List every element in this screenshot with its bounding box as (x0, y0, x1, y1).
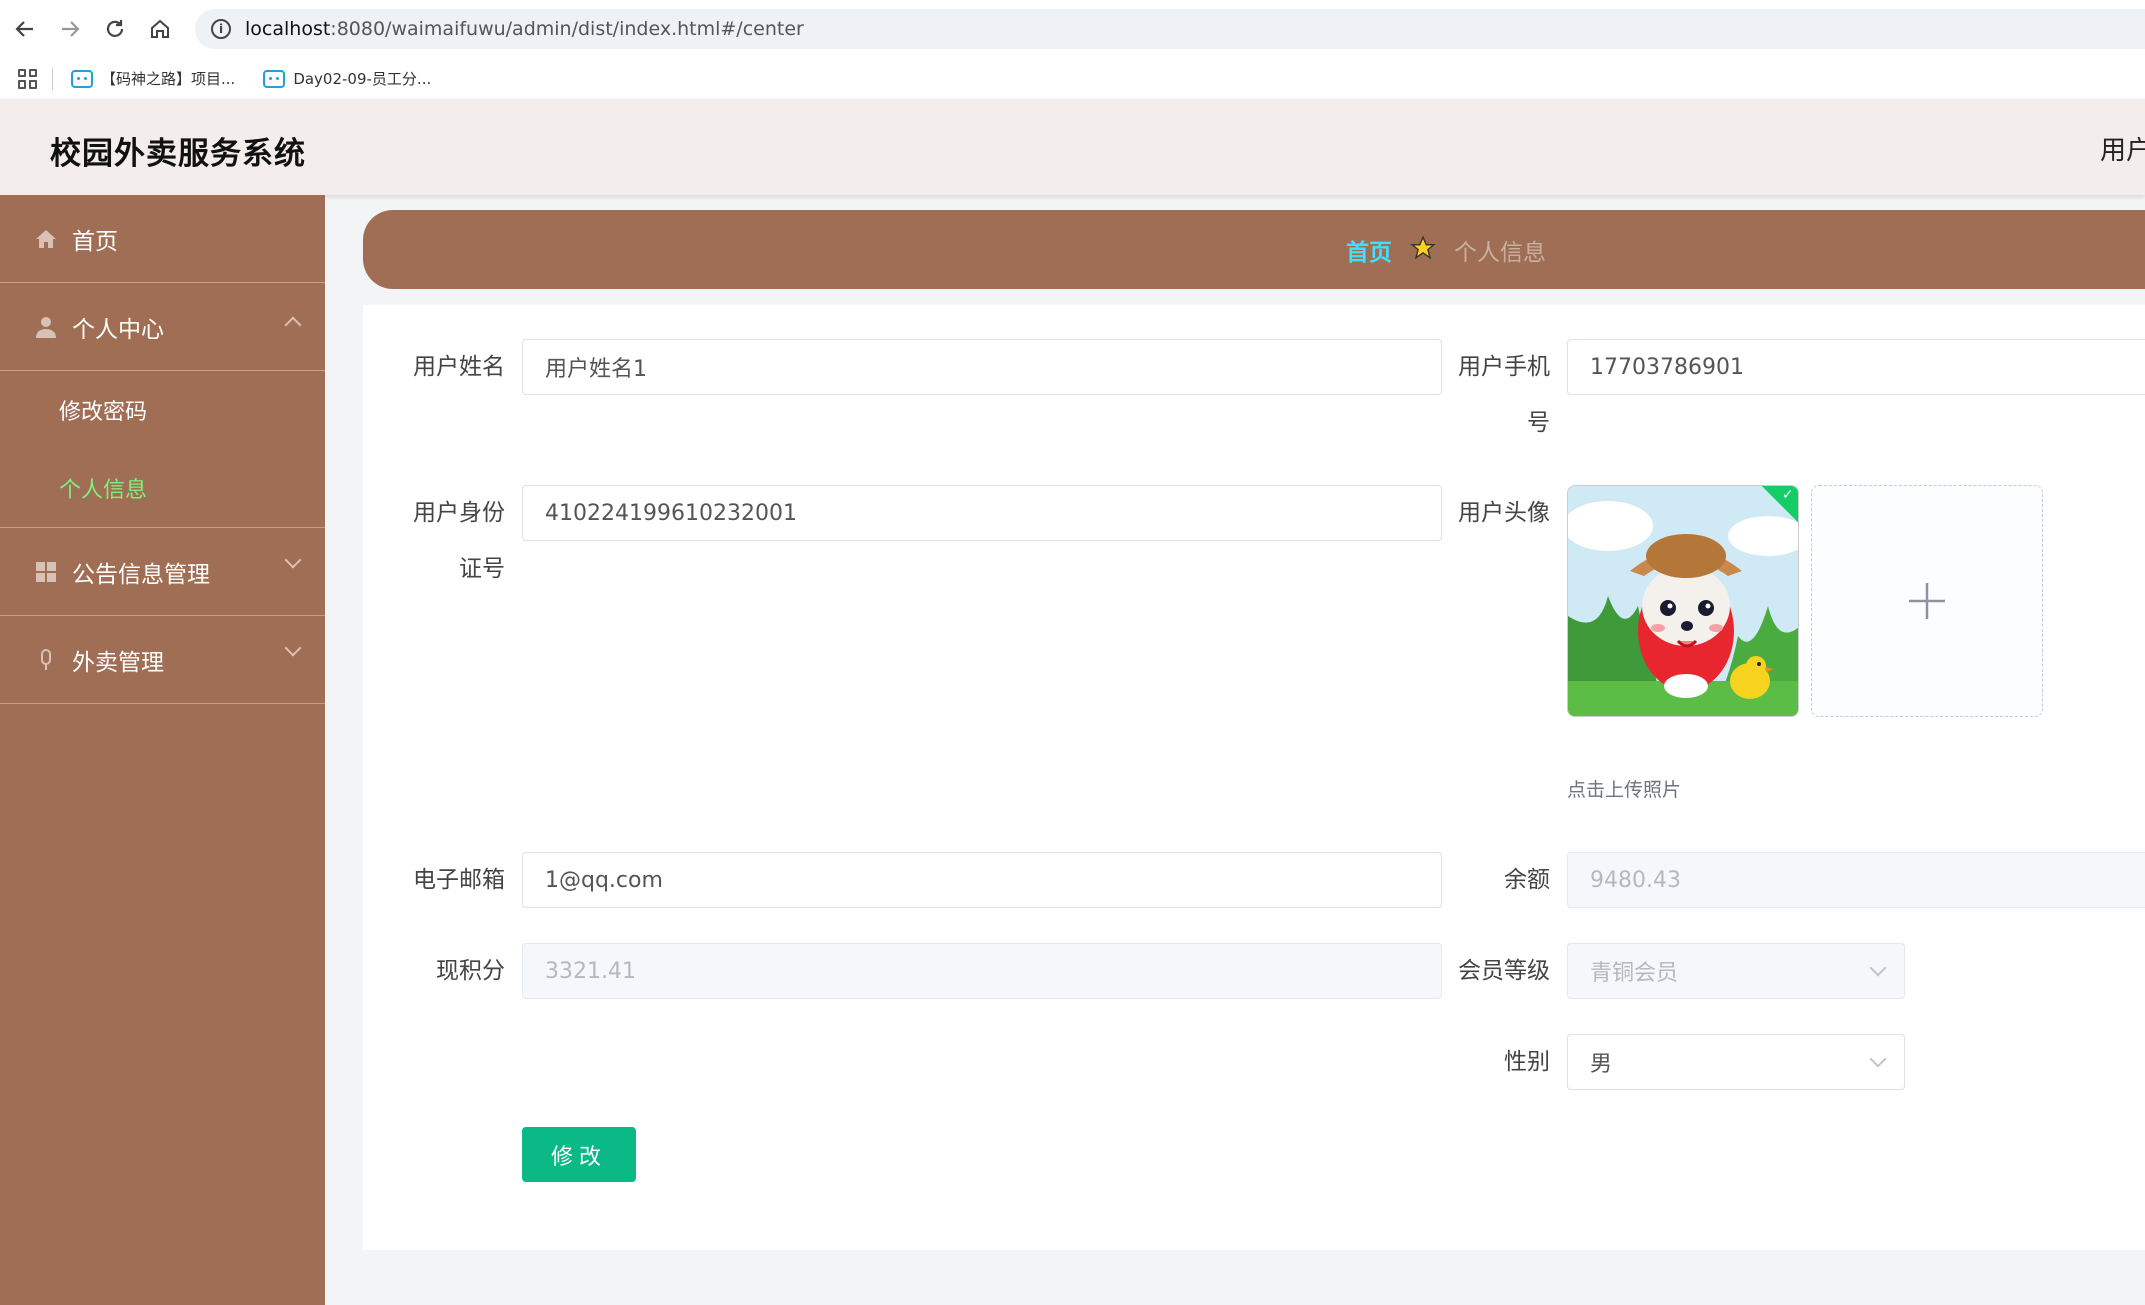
divider (52, 67, 53, 90)
breadcrumb-home[interactable]: 首页 (1346, 233, 1392, 267)
upload-avatar-button[interactable] (1811, 485, 2043, 717)
bookmarks-bar: 【码神之路】项目... Day02-09-员工分... (0, 58, 2145, 100)
submit-button[interactable]: 修改 (522, 1127, 636, 1182)
phone-input[interactable]: 17703786901 (1567, 339, 2145, 395)
back-icon[interactable] (10, 14, 40, 44)
balance-input: 9480.43 (1567, 852, 2145, 908)
bilibili-icon (71, 69, 93, 88)
apps-grid-icon[interactable] (18, 68, 38, 89)
chevron-down-icon (1869, 1050, 1887, 1068)
plus-icon (1909, 583, 1945, 619)
url-text: localhost:8080/waimaifuwu/admin/dist/ind… (245, 18, 804, 40)
avatar-illustration (1568, 486, 1798, 716)
sidebar: 首页 个人中心 修改密码 个人信息 公告信息管理 外卖管理 (0, 195, 325, 1305)
avatar-label: 用户头像 (1458, 500, 1550, 526)
breadcrumb-current: 个人信息 (1454, 239, 1546, 266)
home-browser-icon[interactable] (145, 14, 175, 44)
avatar-image[interactable]: ✓ (1567, 485, 1799, 717)
sidebar-item-announcement[interactable]: 公告信息管理 (0, 528, 325, 616)
email-label: 电子邮箱 (413, 867, 505, 893)
submenu-personal-center: 修改密码 个人信息 (0, 371, 325, 528)
sidebar-item-home[interactable]: 首页 (0, 195, 325, 283)
star-icon (1410, 234, 1436, 265)
browser-toolbar: i localhost:8080/waimaifuwu/admin/dist/i… (0, 0, 2145, 58)
level-select: 青铜会员 (1567, 943, 1905, 999)
phone-label: 用户手机 号 (1458, 354, 1550, 436)
chevron-up-icon (284, 316, 302, 334)
reload-icon[interactable] (100, 14, 130, 44)
grid-icon (34, 560, 58, 584)
sidebar-item-change-password[interactable]: 修改密码 (0, 371, 325, 449)
username-input[interactable]: 用户姓名1 (522, 339, 1442, 395)
sidebar-item-label: 个人中心 (72, 316, 164, 343)
sidebar-item-personal-info[interactable]: 个人信息 (0, 449, 325, 527)
bookmark-item[interactable]: Day02-09-员工分... (263, 68, 431, 89)
balance-label: 余额 (1504, 867, 1550, 893)
sidebar-item-label: 外卖管理 (72, 649, 164, 676)
sidebar-item-label: 首页 (72, 228, 118, 255)
chevron-down-icon (284, 639, 302, 657)
sidebar-item-personal-center[interactable]: 个人中心 (0, 283, 325, 371)
username-label: 用户姓名 (413, 354, 505, 380)
points-label: 现积分 (436, 958, 505, 984)
idcard-input[interactable]: 410224199610232001 (522, 485, 1442, 541)
bookmark-item[interactable]: 【码神之路】项目... (71, 68, 235, 89)
gender-label: 性别 (1504, 1049, 1550, 1075)
sidebar-item-label: 公告信息管理 (72, 561, 210, 588)
email-input[interactable]: 1@qq.com (522, 852, 1442, 908)
site-info-icon[interactable]: i (211, 19, 231, 39)
app-title: 校园外卖服务系统 (50, 136, 306, 172)
points-input: 3321.41 (522, 943, 1442, 999)
bilibili-icon (263, 69, 286, 88)
chevron-down-icon (284, 551, 302, 569)
sidebar-item-takeout[interactable]: 外卖管理 (0, 616, 325, 704)
upload-hint-text: 点击上传照片 (1567, 779, 1682, 801)
address-bar[interactable]: i localhost:8080/waimaifuwu/admin/dist/i… (195, 9, 2145, 49)
header-user-menu[interactable]: 用户 (2100, 130, 2145, 167)
breadcrumb: 首页 个人信息 (363, 210, 2145, 289)
app-header: 校园外卖服务系统 用户 (0, 100, 2145, 195)
level-label: 会员等级 (1458, 958, 1550, 984)
idcard-label: 用户身份 证号 (413, 500, 505, 582)
gender-select[interactable]: 男 (1567, 1034, 1905, 1090)
home-icon (34, 227, 58, 251)
mic-icon (34, 648, 58, 672)
forward-icon[interactable] (55, 14, 85, 44)
user-icon (34, 315, 58, 339)
chevron-down-icon (1869, 959, 1887, 977)
profile-form-card (363, 305, 2145, 1250)
